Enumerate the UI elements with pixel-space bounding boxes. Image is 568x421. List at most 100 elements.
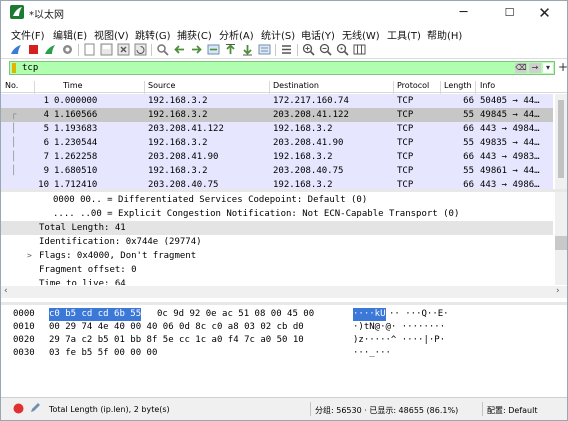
expand-arrow-icon[interactable]: > bbox=[27, 249, 32, 263]
details-horizontal-scrollbar[interactable]: ‹ › bbox=[1, 286, 567, 298]
bytes-ascii[interactable]: ·· ···Q··E· bbox=[389, 308, 449, 321]
scroll-left-icon[interactable]: ‹ bbox=[4, 286, 8, 296]
reload-icon[interactable] bbox=[134, 43, 147, 56]
packet-no: 9 bbox=[43, 166, 49, 176]
apply-filter-button[interactable]: → bbox=[529, 63, 541, 73]
menu-help[interactable]: 帮助(H) bbox=[427, 27, 462, 42]
packet-row[interactable]: │ 5 1.193683 203.208.41.122 192.168.3.2 … bbox=[1, 122, 553, 136]
packet-source: 203.208.41.122 bbox=[148, 124, 224, 134]
details-scrollbar[interactable] bbox=[555, 192, 567, 285]
detail-row[interactable]: 0000 00.. = Differentiated Services Code… bbox=[1, 193, 553, 207]
column-length[interactable]: Length bbox=[444, 81, 472, 90]
packet-row[interactable]: │ 6 1.230544 192.168.3.2 203.208.41.90 T… bbox=[1, 136, 553, 150]
bytes-ascii[interactable]: ···_··· bbox=[353, 347, 391, 360]
zoom-normal-icon[interactable] bbox=[336, 43, 349, 56]
bytes-ascii[interactable]: ·)tN@·@· ········ bbox=[353, 321, 445, 334]
add-filter-button[interactable]: + bbox=[558, 60, 568, 74]
scrollbar-thumb[interactable] bbox=[555, 236, 567, 250]
go-first-icon[interactable] bbox=[224, 43, 237, 56]
bytes-row[interactable]: 0030 03 fe b5 5f 00 00 00 ···_··· bbox=[1, 347, 567, 360]
detail-row-selected[interactable]: Total Length: 41 bbox=[1, 221, 553, 235]
column-time[interactable]: Time bbox=[63, 81, 83, 90]
bytes-ascii[interactable]: )z·····^ ····|·P· bbox=[353, 334, 445, 347]
gear-options-icon[interactable] bbox=[61, 43, 74, 56]
go-back-icon[interactable] bbox=[173, 43, 186, 56]
menu-tools[interactable]: 工具(T) bbox=[387, 27, 421, 42]
menu-statistics[interactable]: 统计(S) bbox=[261, 27, 295, 42]
scrollbar-thumb[interactable] bbox=[558, 100, 564, 178]
filter-history-dropdown[interactable]: ▾ bbox=[543, 63, 553, 73]
minimize-button[interactable]: ─ bbox=[441, 1, 486, 25]
find-packet-icon[interactable] bbox=[156, 43, 169, 56]
bytes-hex[interactable]: 29 7a c2 b5 01 bb 8f 5e cc 1c a0 f4 7c a… bbox=[49, 334, 304, 347]
stop-square-icon[interactable] bbox=[27, 43, 40, 56]
menu-wireless[interactable]: 无线(W) bbox=[342, 27, 380, 42]
menu-telephony[interactable]: 电话(Y) bbox=[301, 27, 335, 42]
clear-filter-button[interactable]: ⌫ bbox=[515, 63, 527, 73]
column-source[interactable]: Source bbox=[148, 81, 175, 90]
status-packet-counts: 分组: 56530 · 已显示: 48655 (86.1%) bbox=[315, 406, 459, 415]
bytes-row[interactable]: 0010 00 29 74 4e 40 00 40 06 0d 8c c0 a8… bbox=[1, 321, 567, 334]
bytes-hex[interactable]: 03 fe b5 5f 00 00 00 bbox=[49, 347, 157, 360]
packet-row[interactable]: 10 1.712410 203.208.40.75 192.168.3.2 TC… bbox=[1, 178, 553, 189]
packet-list-scrollbar[interactable] bbox=[555, 94, 567, 189]
menu-analyze[interactable]: 分析(A) bbox=[219, 27, 254, 42]
restart-icon[interactable] bbox=[44, 43, 57, 56]
go-last-icon[interactable] bbox=[241, 43, 254, 56]
packet-list-header: No. Time Source Destination Protocol Len… bbox=[1, 79, 567, 95]
filter-text[interactable]: tcp bbox=[22, 62, 38, 74]
edit-comment-icon[interactable] bbox=[29, 402, 41, 414]
colorize-icon[interactable] bbox=[280, 43, 293, 56]
detail-row[interactable]: Identification: 0x744e (29774) bbox=[1, 235, 553, 249]
packet-source: 192.168.3.2 bbox=[148, 138, 208, 148]
detail-row[interactable]: .... ..00 = Explicit Congestion Notifica… bbox=[1, 207, 553, 221]
menu-capture[interactable]: 捕获(C) bbox=[177, 27, 212, 42]
packet-info: 49861 → 44… bbox=[480, 166, 540, 176]
resize-columns-icon[interactable] bbox=[353, 43, 366, 56]
bytes-ascii-selected[interactable]: ····kU bbox=[353, 308, 386, 321]
bytes-offset: 0020 bbox=[13, 335, 35, 345]
packet-destination: 192.168.3.2 bbox=[273, 180, 333, 189]
zoom-in-icon[interactable] bbox=[302, 43, 315, 56]
shark-fin-start-icon[interactable] bbox=[10, 43, 23, 56]
go-forward-icon[interactable] bbox=[190, 43, 203, 56]
column-no[interactable]: No. bbox=[5, 81, 18, 90]
bytes-hex[interactable]: 00 29 74 4e 40 00 40 06 0d 8c c0 a8 03 0… bbox=[49, 321, 304, 334]
bytes-row[interactable]: 0000 c0 b5 cd cd 6b 55 0c 9d 92 0e ac 51… bbox=[1, 308, 567, 321]
detail-row[interactable]: Fragment offset: 0 bbox=[1, 263, 553, 277]
menu-view[interactable]: 视图(V) bbox=[94, 27, 129, 42]
packet-no: 7 bbox=[43, 152, 49, 162]
menu-go[interactable]: 跳转(G) bbox=[135, 27, 171, 42]
scroll-right-icon[interactable]: › bbox=[556, 286, 560, 296]
packet-row-selected[interactable]: ┌ 4 1.160566 192.168.3.2 203.208.41.122 … bbox=[1, 108, 553, 122]
zoom-out-icon[interactable] bbox=[319, 43, 332, 56]
detail-row-collapsible[interactable]: > Flags: 0x4000, Don't fragment bbox=[1, 249, 553, 263]
bytes-hex-selected[interactable]: c0 b5 cd cd 6b 55 bbox=[49, 308, 142, 321]
pane-splitter[interactable] bbox=[1, 302, 567, 305]
expert-info-icon[interactable] bbox=[13, 403, 24, 414]
packet-row[interactable]: 1 0.000000 192.168.3.2 172.217.160.74 TC… bbox=[1, 94, 553, 108]
packet-destination: 172.217.160.74 bbox=[273, 96, 349, 106]
bytes-row[interactable]: 0020 29 7a c2 b5 01 bb 8f 5e cc 1c a0 f4… bbox=[1, 334, 567, 347]
detail-row[interactable]: Time to live: 64 bbox=[1, 277, 553, 285]
menu-edit[interactable]: 编辑(E) bbox=[53, 27, 87, 42]
save-file-icon[interactable] bbox=[100, 43, 113, 56]
column-info[interactable]: Info bbox=[480, 81, 495, 90]
close-button[interactable]: ✕ bbox=[522, 1, 567, 25]
packet-row[interactable]: │ 9 1.680510 192.168.3.2 203.208.40.75 T… bbox=[1, 164, 553, 178]
menu-file[interactable]: 文件(F) bbox=[11, 27, 45, 42]
close-file-icon[interactable] bbox=[117, 43, 130, 56]
column-protocol[interactable]: Protocol bbox=[397, 81, 429, 90]
open-file-icon[interactable] bbox=[83, 43, 96, 56]
status-profile[interactable]: 配置: Default bbox=[487, 405, 537, 416]
packet-row[interactable]: │ 7 1.262258 203.208.41.90 192.168.3.2 T… bbox=[1, 150, 553, 164]
autoscroll-icon[interactable] bbox=[258, 43, 271, 56]
packet-time: 1.712410 bbox=[54, 180, 98, 189]
packet-info: 443 → 4983… bbox=[480, 152, 540, 162]
column-destination[interactable]: Destination bbox=[273, 81, 319, 90]
bookmark-icon[interactable] bbox=[12, 63, 16, 73]
packet-time: 1.680510 bbox=[54, 166, 98, 176]
go-to-packet-icon[interactable] bbox=[207, 43, 220, 56]
display-filter-input[interactable]: tcp ⌫ → ▾ bbox=[9, 61, 555, 75]
bytes-hex[interactable]: 0c 9d 92 0e ac 51 08 00 45 00 bbox=[157, 308, 314, 321]
